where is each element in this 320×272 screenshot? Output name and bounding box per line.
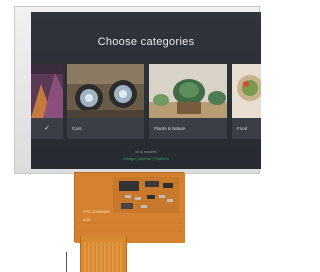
category-label: Food [232, 118, 261, 139]
check-icon: ✓ [31, 118, 63, 139]
fpc-ribbon: FPC-70002MH A40 [74, 172, 185, 243]
plants-image [149, 64, 227, 118]
cable-edge [66, 252, 67, 272]
category-label: Plants & Nature [149, 118, 227, 139]
category-carousel[interactable]: ✓ Cars Plants & Nature Food [31, 64, 261, 139]
category-card-cars[interactable]: Cars [67, 64, 144, 139]
footer-caption: or & models [135, 149, 157, 154]
category-card-food[interactable]: Food [232, 64, 261, 139]
footer-links[interactable]: Design | Interior | Fashion [31, 156, 261, 161]
category-label: Cars [67, 118, 144, 139]
category-card-selected[interactable]: ✓ [31, 64, 63, 139]
category-card-plants[interactable]: Plants & Nature [149, 64, 227, 139]
category-image [31, 64, 63, 118]
screen-title: Choose categories [97, 36, 195, 48]
lcd-module-frame: Choose categories ✓ Cars Plants & Nature… [14, 6, 261, 174]
fpc-part-number: FPC-70002MH [83, 209, 110, 214]
display-screen: Choose categories ✓ Cars Plants & Nature… [31, 12, 261, 169]
cars-image [67, 64, 144, 118]
fpc-code: A40 [83, 217, 91, 222]
food-image [232, 64, 261, 118]
fpc-connector-tail [80, 236, 127, 272]
